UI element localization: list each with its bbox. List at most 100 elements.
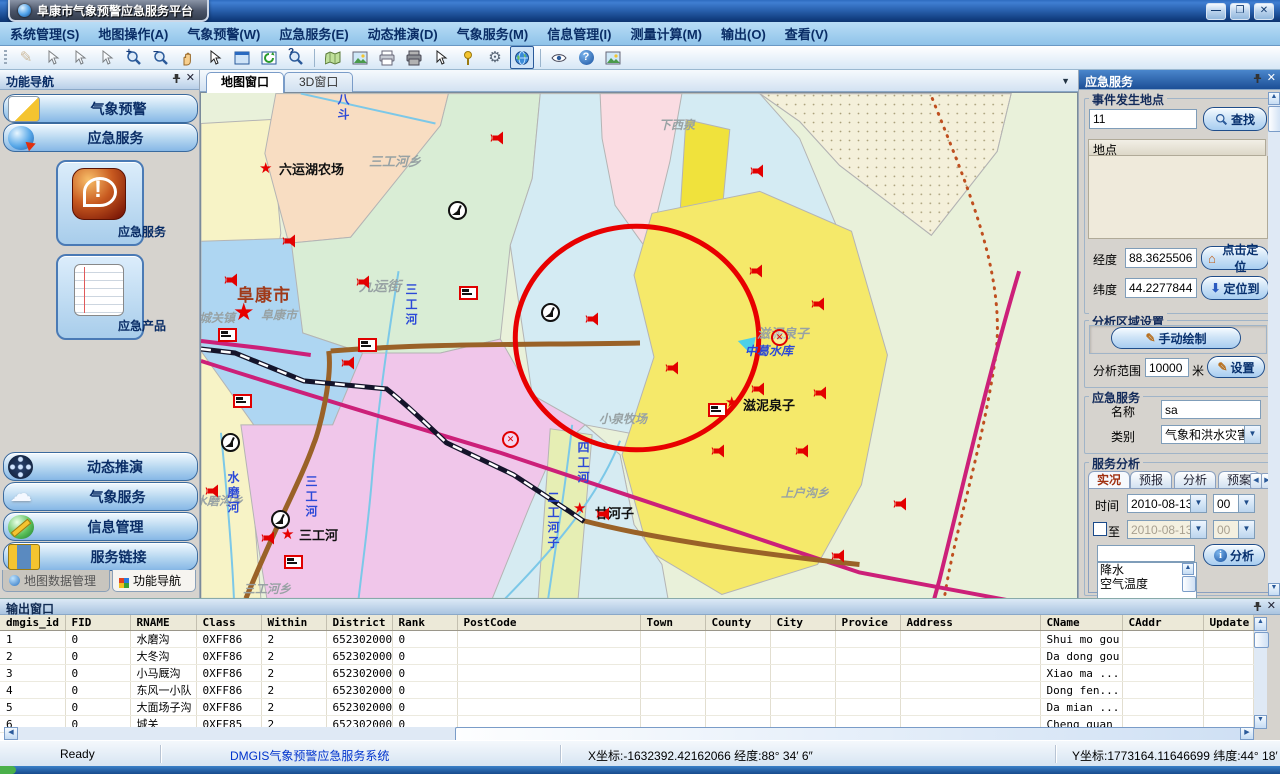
dropdown-icon[interactable]: ▼ [1238,495,1254,512]
locate-pin-icon[interactable] [456,46,480,69]
menu-item[interactable]: 输出(O) [721,24,766,43]
table-row[interactable]: 50 大面场子沟0XFF86 2652302000 0 Da mian ... [0,699,1253,716]
column-header[interactable]: Town [640,615,705,631]
nav-group-service-link[interactable]: 服务链接 [3,542,198,571]
table-row[interactable]: 30 小马厩沟0XFF86 2652302000 0 Xiao ma ... [0,665,1253,682]
column-header[interactable]: Update [1203,615,1253,631]
table-scroll-left-icon[interactable]: ◀ [4,727,18,740]
event-point-icon[interactable]: ✕ [771,329,788,346]
mine-icon[interactable] [541,303,560,322]
zoom-in-icon[interactable]: + [122,46,146,69]
siren-icon[interactable] [749,264,765,278]
warning-flag-icon[interactable] [284,555,303,569]
place-list[interactable] [1088,156,1268,239]
measure-icon[interactable]: ✎ [14,46,38,69]
identify-icon[interactable]: ? [284,46,308,69]
restore-button[interactable]: ❐ [1230,3,1250,20]
city-star-icon[interactable]: ★ [573,501,586,516]
emergency-product-tile[interactable]: 应急产品 [56,254,144,340]
select-arrow-icon[interactable] [203,46,227,69]
nav-group-weather-warning[interactable]: 气象预警 [3,94,198,123]
globe-icon[interactable] [510,46,534,69]
minimize-button[interactable]: — [1206,3,1226,20]
siren-icon[interactable] [585,312,601,326]
list-scroll-thumb[interactable] [1182,576,1196,592]
siren-icon[interactable] [282,234,298,248]
tab-forecast[interactable]: 预报 [1130,471,1172,489]
find-button[interactable]: 查找 [1203,107,1267,131]
city-star-icon[interactable]: ★ [281,527,294,542]
tab-map-window[interactable]: 地图窗口 [206,72,284,93]
panel-scroll-track[interactable] [1268,105,1280,583]
emergency-service-tile[interactable]: 应急服务 [56,160,144,246]
full-extent-icon[interactable] [230,46,254,69]
tab-list-dropdown-icon[interactable]: ▼ [1061,76,1070,86]
column-header[interactable]: Class [196,615,261,631]
factor-preview-box[interactable] [1097,545,1195,562]
nav-group-dynamic-deduction[interactable]: 动态推演 [3,452,198,481]
tab-realtime[interactable]: 实况 [1088,471,1130,489]
export-map-icon[interactable] [348,46,372,69]
siren-icon[interactable] [893,497,909,511]
place-column-header[interactable]: 地点 [1088,139,1266,156]
to-hour-combo[interactable]: 00 ▼ [1213,520,1255,539]
column-header[interactable]: FID [65,615,130,631]
table-scroll-down-icon[interactable]: ▼ [1254,715,1267,729]
event-point-icon[interactable]: ✕ [502,431,519,448]
panel-scroll-down-icon[interactable]: ▼ [1268,583,1280,596]
manual-draw-button[interactable]: ✎ 手动绘制 [1111,327,1241,349]
warning-flag-icon[interactable] [459,286,478,300]
column-header[interactable]: CName [1040,615,1122,631]
tab-analysis[interactable]: 分析 [1174,471,1216,489]
siren-icon[interactable] [224,273,240,287]
select-polygon-icon[interactable] [68,46,92,69]
overview-image-icon[interactable] [601,46,625,69]
menu-item[interactable]: 气象服务(M) [457,24,529,43]
table-row[interactable]: 10 水磨沟0XFF86 2652302000 0 Shui mo gou [0,631,1253,648]
location-search-input[interactable] [1089,109,1197,129]
dropdown-icon[interactable]: ▼ [1238,521,1254,538]
category-combo[interactable]: 气象和洪水灾害 ▼ [1161,425,1261,444]
siren-icon[interactable] [490,131,506,145]
siren-icon[interactable] [596,507,612,521]
close-icon[interactable]: ✕ [1267,601,1276,612]
pin-icon[interactable] [1253,601,1262,612]
analysis-range-input[interactable] [1145,358,1189,377]
pan-icon[interactable] [176,46,200,69]
pin-icon[interactable] [172,73,181,84]
set-button[interactable]: ✎ 设置 [1207,356,1265,378]
zoom-out-icon[interactable]: − [149,46,173,69]
nav-group-info-management[interactable]: 信息管理 [3,512,198,541]
longitude-input[interactable] [1125,248,1197,268]
siren-icon[interactable] [813,386,829,400]
table-scroll-up-icon[interactable]: ▲ [1254,617,1267,631]
siren-icon[interactable] [795,444,811,458]
dropdown-icon[interactable]: ▼ [1190,521,1206,538]
to-checkbox[interactable] [1093,522,1107,536]
panel-scroll-thumb[interactable] [1268,106,1280,132]
map-canvas[interactable]: 六运湖农场 三工河乡 下西泉 九运街 阜康市 阜康市 城关镇 滋泥泉子 中葛水库… [200,92,1078,600]
dropdown-icon[interactable]: ▼ [1244,426,1260,443]
siren-icon[interactable] [261,531,277,545]
locate-to-button[interactable]: ⬇ 定位到 [1201,276,1269,300]
analyze-button[interactable]: i 分析 [1203,544,1265,566]
siren-icon[interactable] [356,275,372,289]
tab-function-navigation[interactable]: 功能导航 [112,570,196,592]
close-button[interactable]: ✕ [1254,3,1274,20]
map-layers-icon[interactable] [321,46,345,69]
settings-icon[interactable]: ⚙ [483,46,507,69]
column-header[interactable]: District [326,615,392,631]
warning-flag-icon[interactable] [358,338,377,352]
service-name-input[interactable] [1161,400,1261,419]
menu-item[interactable]: 测量计算(M) [631,24,703,43]
mine-icon[interactable] [448,201,467,220]
menu-item[interactable]: 系统管理(S) [10,24,79,43]
refresh-icon[interactable] [257,46,281,69]
nav-group-emergency-service[interactable]: 应急服务 [3,123,198,152]
siren-icon[interactable] [205,484,221,498]
menu-item[interactable]: 应急服务(E) [279,24,348,43]
siren-icon[interactable] [711,444,727,458]
clear-selection-icon[interactable] [95,46,119,69]
column-header[interactable]: Rank [392,615,457,631]
help-icon[interactable]: ? [574,46,598,69]
